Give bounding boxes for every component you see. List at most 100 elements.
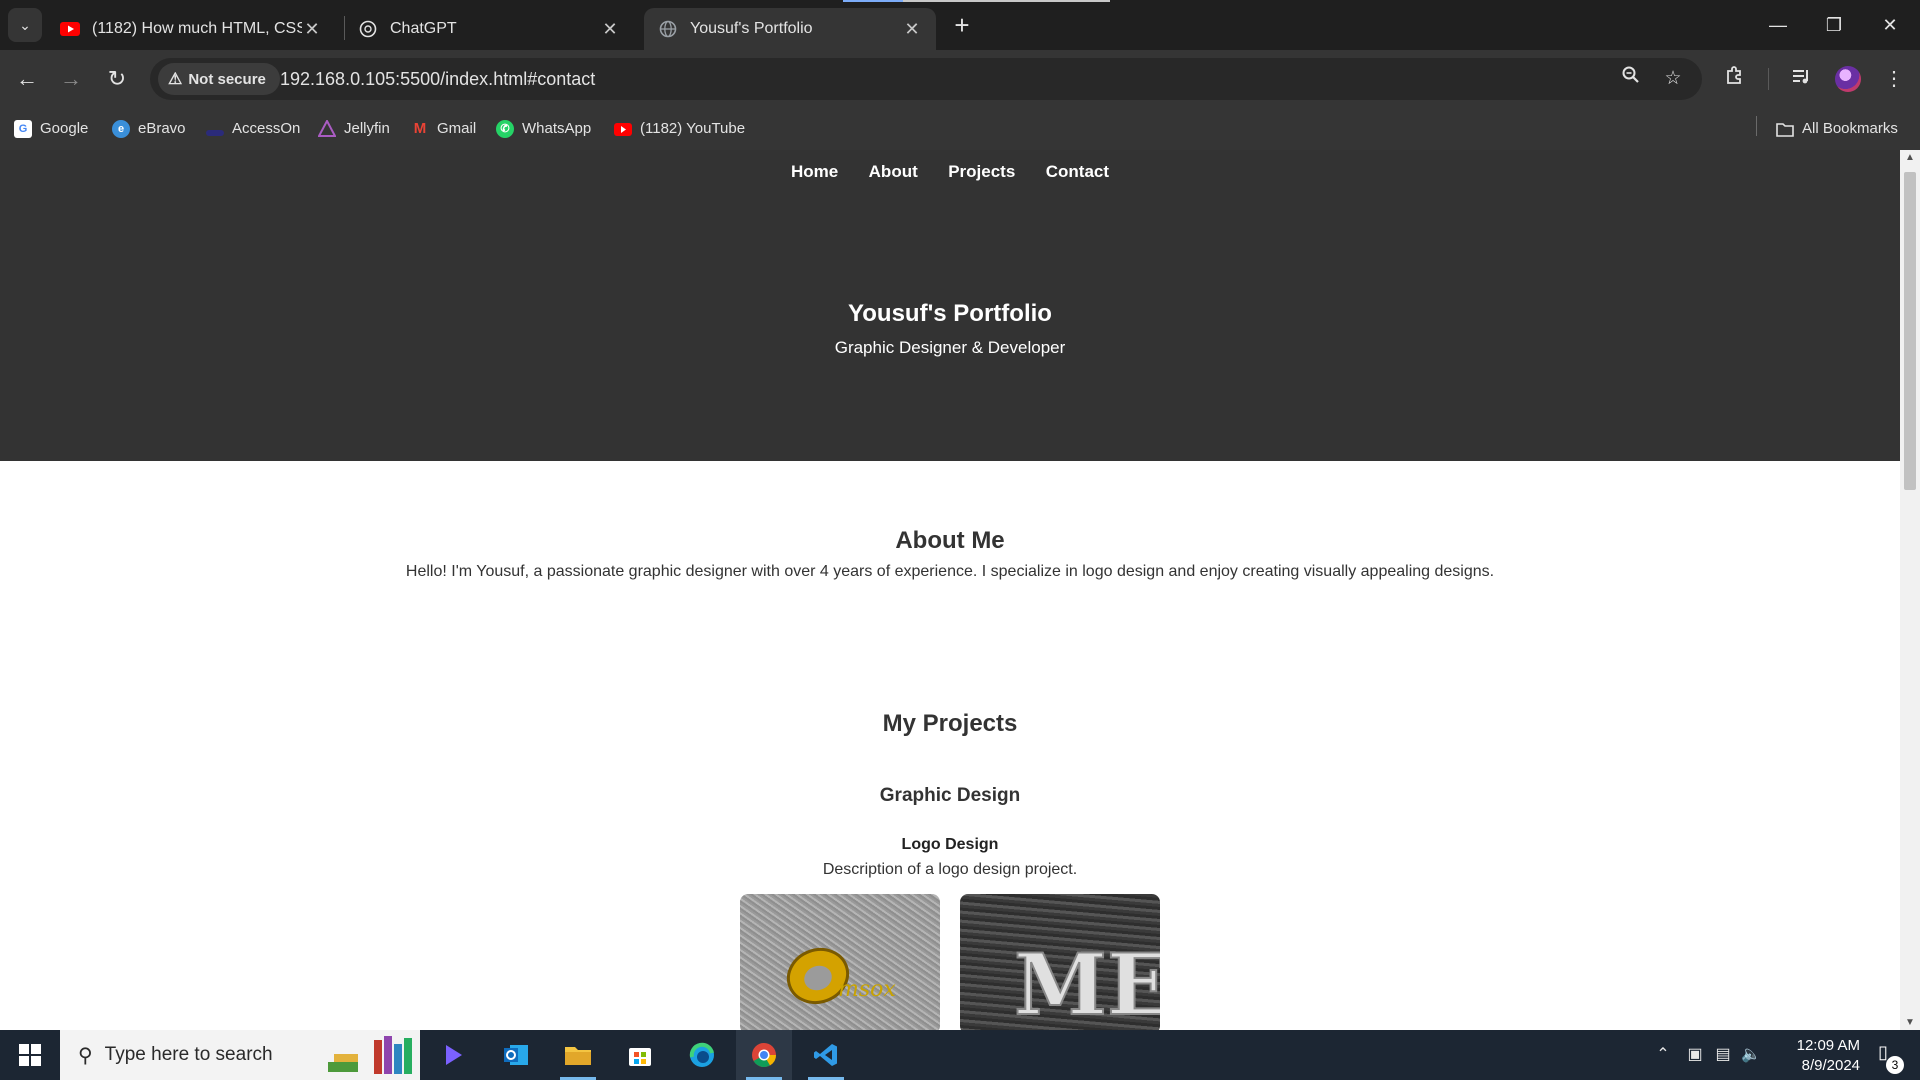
security-chip[interactable]: ⚠ Not secure [158, 63, 280, 95]
extensions-icon[interactable] [1716, 60, 1754, 98]
new-tab-button[interactable]: + [946, 10, 978, 42]
vscode-app-icon[interactable] [798, 1030, 854, 1080]
bookmarks-bar: G Google e eBravo AccessOn Jellyfin M Gm… [0, 108, 1920, 150]
thumbnail-text: ME [1014, 935, 1160, 1030]
menu-icon[interactable]: ⋮ [1875, 60, 1913, 98]
chatgpt-icon [358, 19, 378, 39]
close-tab-icon[interactable]: ✕ [600, 19, 620, 40]
bookmark-youtube[interactable]: (1182) YouTube [614, 112, 745, 146]
start-button[interactable] [0, 1030, 60, 1080]
edge-app-icon[interactable] [674, 1030, 730, 1080]
zoom-icon[interactable] [1614, 58, 1648, 100]
google-icon: G [14, 120, 32, 138]
file-explorer-app-icon[interactable] [550, 1030, 606, 1080]
bookmark-label: AccessOn [232, 120, 301, 137]
bookmark-label: Google [40, 120, 89, 137]
whatsapp-icon: ✆ [496, 120, 514, 138]
bookmark-label: Gmail [437, 120, 477, 137]
projects-heading: My Projects [882, 710, 1018, 737]
thumbnail-text: msox [838, 977, 896, 1002]
bookmark-whatsapp[interactable]: ✆ WhatsApp [496, 112, 591, 146]
bookmark-gmail[interactable]: M Gmail [411, 112, 476, 146]
store-app-icon[interactable] [612, 1030, 668, 1080]
project-category: Graphic Design [879, 785, 1021, 806]
notification-center-button[interactable]: ▯ 3 [1868, 1042, 1904, 1074]
back-button[interactable]: ← [8, 60, 46, 98]
tab-strip: ⌄ (1182) How much HTML, CSS a ✕ ChatGPT … [0, 0, 1920, 50]
bookmark-label: (1182) YouTube [640, 120, 746, 137]
url-text[interactable]: 192.168.0.105:5500/index.html#contact [280, 58, 595, 100]
scroll-up-icon[interactable]: ▲ [1900, 152, 1920, 163]
system-clock[interactable]: 12:09 AM 8/9/2024 [1760, 1036, 1860, 1076]
project-title: Logo Design [901, 836, 999, 853]
minimize-button[interactable]: — [1750, 0, 1806, 50]
bookmark-label: WhatsApp [522, 120, 592, 137]
jellyfin-icon [318, 120, 336, 138]
tab-title: Yousuf's Portfolio [690, 20, 813, 37]
bookmark-accesson[interactable]: AccessOn [206, 112, 300, 146]
nav-link-about[interactable]: About [869, 162, 918, 182]
site-subtitle: Graphic Designer & Developer [834, 338, 1066, 357]
meet-now-icon[interactable]: ▣ [1682, 1030, 1708, 1080]
restore-button[interactable]: ❐ [1806, 0, 1862, 50]
project-description: Description of a logo design project. [822, 861, 1078, 878]
media-controls-icon[interactable] [1782, 60, 1820, 98]
tab-chatgpt[interactable]: ChatGPT ✕ [344, 8, 634, 50]
youtube-icon [60, 19, 80, 39]
close-tab-icon[interactable]: ✕ [902, 19, 922, 40]
windows-taskbar: ⚲ Type here to search ⌃ ▣ ▤ 🔈 12:09 AM 8… [0, 1030, 1920, 1080]
chrome-app-icon[interactable] [736, 1030, 792, 1080]
profile-avatar[interactable] [1835, 66, 1861, 92]
bookmark-google[interactable]: G Google [14, 112, 88, 146]
outlook-app-icon[interactable] [488, 1030, 544, 1080]
logo-thumbnail-me[interactable]: ME [960, 894, 1160, 1030]
tab-search-button[interactable]: ⌄ [8, 8, 42, 42]
bookmarks-separator [1756, 116, 1757, 136]
bookmark-label: Jellyfin [344, 120, 390, 137]
tab-youtube[interactable]: (1182) How much HTML, CSS a ✕ [46, 8, 336, 50]
scrollbar-thumb[interactable] [1904, 172, 1916, 490]
forward-button[interactable]: → [52, 60, 90, 98]
clock-time: 12:09 AM [1796, 1037, 1860, 1054]
nav-link-contact[interactable]: Contact [1046, 162, 1109, 182]
bookmark-ebravo[interactable]: e eBravo [112, 112, 186, 146]
page-viewport: Home About Projects Contact Yousuf's Por… [0, 150, 1920, 1030]
close-tab-icon[interactable]: ✕ [302, 19, 322, 40]
search-placeholder: Type here to search [104, 1044, 273, 1065]
windows-icon [19, 1044, 41, 1066]
logo-thumbnail-msox[interactable]: msox [740, 894, 940, 1030]
bookmark-jellyfin[interactable]: Jellyfin [318, 112, 390, 146]
gmail-icon: M [413, 120, 427, 137]
globe-icon [658, 19, 678, 39]
loading-indicator [843, 0, 1110, 2]
network-icon[interactable]: ▤ [1710, 1030, 1736, 1080]
close-window-button[interactable]: ✕ [1862, 0, 1918, 50]
all-bookmarks-button[interactable]: All Bookmarks [1776, 112, 1898, 146]
bookmark-star-icon[interactable]: ☆ [1656, 58, 1690, 100]
all-bookmarks-label: All Bookmarks [1802, 120, 1898, 137]
folder-icon [1776, 120, 1794, 138]
search-icon: ⚲ [78, 1044, 93, 1067]
tab-portfolio[interactable]: Yousuf's Portfolio ✕ [644, 8, 936, 50]
ebravo-icon: e [112, 120, 130, 138]
copilot-app-icon[interactable] [426, 1030, 482, 1080]
search-highlight-image[interactable] [320, 1030, 420, 1080]
warning-icon: ⚠ [168, 71, 183, 88]
bookmark-label: eBravo [138, 120, 186, 137]
address-bar[interactable]: ⚠ Not secure 192.168.0.105:5500/index.ht… [150, 58, 1702, 100]
nav-link-home[interactable]: Home [791, 162, 838, 182]
nav-link-projects[interactable]: Projects [948, 162, 1015, 182]
about-text: Hello! I'm Yousuf, a passionate graphic … [405, 563, 1495, 580]
scroll-down-icon[interactable]: ▼ [1900, 1017, 1920, 1028]
tab-title: (1182) How much HTML, CSS a [92, 20, 302, 37]
page-scrollbar[interactable]: ▲ ▼ [1900, 150, 1920, 1030]
tab-title: ChatGPT [390, 20, 457, 37]
reload-button[interactable]: ↻ [98, 60, 136, 98]
clock-date: 8/9/2024 [1801, 1057, 1860, 1074]
chevron-down-icon: ⌄ [19, 16, 31, 33]
accesson-icon [206, 130, 224, 136]
chat-bubble-icon: ▯ [1878, 1042, 1888, 1062]
show-hidden-icons[interactable]: ⌃ [1650, 1030, 1676, 1080]
youtube-icon [614, 120, 632, 138]
site-header: Home About Projects Contact Yousuf's Por… [0, 150, 1900, 461]
